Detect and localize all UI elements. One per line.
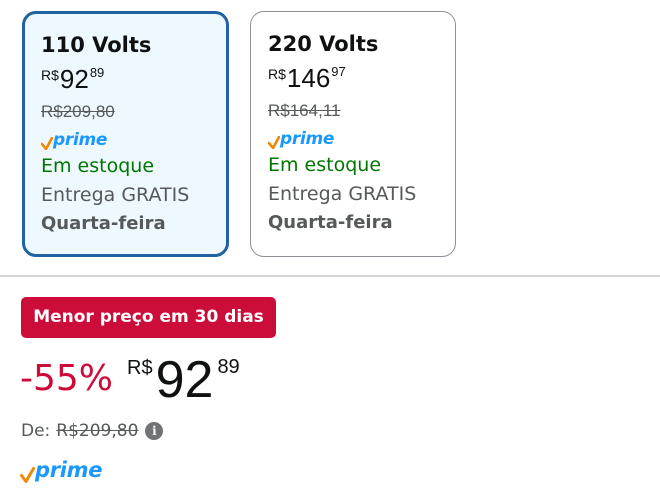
price-currency: R$ (127, 357, 153, 379)
section-divider (0, 275, 660, 277)
info-icon[interactable]: i (145, 422, 164, 440)
delivery-day: Quarta-feira (268, 212, 393, 233)
prime-wordmark: prime (53, 130, 108, 150)
list-price-value: R$209,80 (56, 421, 139, 441)
price-cents: 97 (331, 64, 346, 79)
prime-logo: prime (20, 457, 103, 483)
price-whole: 92 (155, 351, 214, 409)
option-list-price: R$209,80 (41, 102, 115, 121)
price-currency: R$ (41, 67, 59, 83)
prime-wordmark: prime (280, 129, 335, 149)
price-whole: 146 (286, 63, 331, 93)
discount-percentage: -55% (20, 358, 114, 399)
option-price: R$ 92 89 (41, 64, 226, 94)
option-list-price: R$164,11 (268, 101, 341, 120)
prime-check-icon (268, 136, 280, 149)
price-currency: R$ (268, 66, 286, 82)
prime-wordmark: prime (35, 458, 103, 482)
list-price-label: De: (21, 421, 51, 441)
price-cents: 89 (217, 356, 240, 378)
option-title: 110 Volts (41, 33, 152, 57)
option-title: 220 Volts (268, 32, 379, 56)
option-price: R$ 146 97 (268, 63, 455, 93)
delivery-day: Quarta-feira (41, 213, 166, 234)
stock-status: Em estoque (268, 154, 382, 176)
prime-check-icon (20, 467, 35, 483)
prime-logo: prime (41, 130, 226, 150)
prime-logo: prime (268, 129, 455, 149)
price-cents: 89 (89, 65, 105, 80)
deal-price-row: -55% R$ 92 89 (20, 354, 240, 410)
delivery-info: Entrega GRATIS (41, 184, 190, 206)
option-card-110-volts[interactable]: 110 Volts R$ 92 89 R$209,80 prime Em est… (22, 11, 229, 257)
option-card-220-volts[interactable]: 220 Volts R$ 146 97 R$164,11 prime Em es… (250, 11, 456, 257)
price-whole: 92 (59, 64, 89, 94)
list-price-row: De: R$209,80 i (21, 419, 164, 443)
prime-check-icon (41, 137, 53, 150)
deal-badge: Menor preço em 30 dias (21, 297, 276, 338)
stock-status: Em estoque (41, 155, 155, 177)
delivery-info: Entrega GRATIS (268, 183, 417, 205)
